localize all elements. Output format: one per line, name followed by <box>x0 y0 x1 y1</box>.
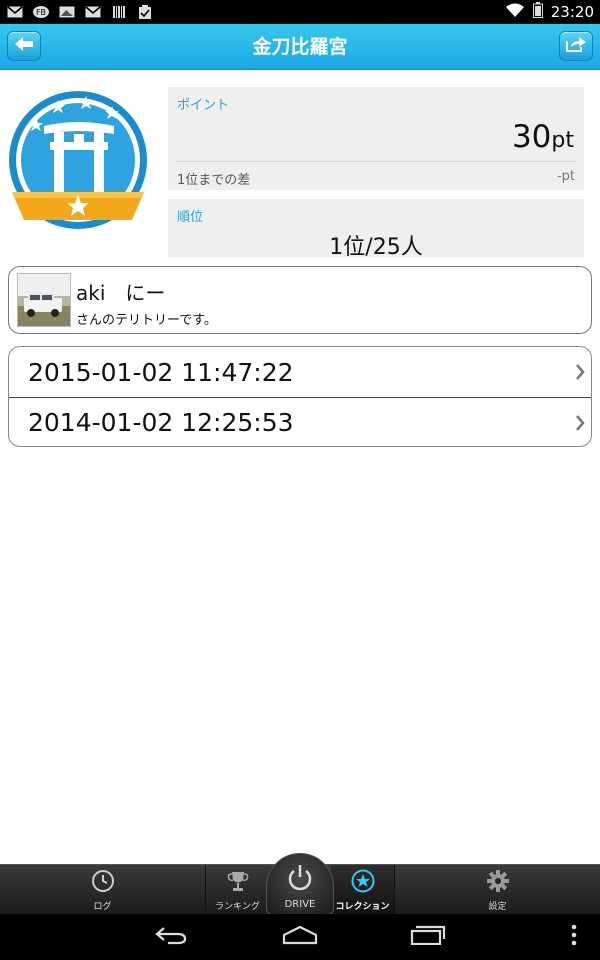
system-nav-bar <box>0 914 600 960</box>
app-icon: FB <box>32 5 50 19</box>
owner-name: aki にー <box>76 281 166 305</box>
tab-settings-label: 設定 <box>488 901 507 912</box>
image-icon <box>58 5 76 19</box>
checkin-history-list: 2015-01-02 11:47:22 2014-01-02 12:25:53 <box>8 346 592 447</box>
tab-log[interactable]: ログ <box>0 865 205 915</box>
drive-label: DRIVE <box>284 899 316 910</box>
status-bar: FB 23:20 <box>0 0 600 24</box>
wifi-icon <box>505 3 525 22</box>
gear-icon <box>486 869 510 896</box>
rank-label: 順位 <box>177 210 204 225</box>
home-icon <box>281 925 319 949</box>
points-card: ポイント 30pt 1位までの差 -pt <box>168 87 584 190</box>
nav-menu-button[interactable] <box>554 922 594 952</box>
svg-text:FB: FB <box>36 8 46 17</box>
overflow-menu-icon <box>570 924 578 950</box>
power-icon <box>286 864 314 895</box>
drive-button[interactable]: DRIVE <box>266 853 334 915</box>
list-item[interactable]: 2015-01-02 11:47:22 <box>9 347 591 397</box>
list-item[interactable]: 2014-01-02 12:25:53 <box>9 397 591 446</box>
checkin-datetime: 2015-01-02 11:47:22 <box>28 357 294 387</box>
recents-icon <box>410 925 446 949</box>
points-value: 30pt <box>512 119 574 155</box>
gmail-icon <box>84 5 102 19</box>
gmail-icon <box>6 5 24 19</box>
checkin-datetime: 2014-01-02 12:25:53 <box>28 408 294 437</box>
star-circle-icon <box>351 869 375 896</box>
chevron-right-icon <box>575 415 585 435</box>
owner-avatar <box>17 273 71 327</box>
chevron-right-icon <box>575 364 585 384</box>
clock-icon <box>91 869 115 896</box>
battery-icon <box>532 2 543 22</box>
rank-value: 1位/25人 <box>329 235 423 260</box>
torii-gate-badge-icon <box>6 88 156 238</box>
tab-ranking-label: ランキング <box>215 901 260 912</box>
share-icon <box>565 35 587 57</box>
tab-ranking[interactable]: ランキング <box>205 865 269 915</box>
status-time: 23:20 <box>550 3 594 21</box>
nav-back-button[interactable] <box>151 922 191 952</box>
gap-to-first-label: 1位までの差 <box>177 173 251 188</box>
back-icon <box>154 925 188 949</box>
points-unit: pt <box>551 128 574 153</box>
tab-settings[interactable]: 設定 <box>395 865 600 915</box>
territory-owner-card[interactable]: aki にー さんのテリトリーです。 <box>8 266 592 334</box>
tab-collection[interactable]: コレクション <box>331 865 395 915</box>
points-label: ポイント <box>177 98 230 113</box>
rank-card: 順位 1位/25人 <box>168 199 584 260</box>
trophy-icon <box>226 869 250 896</box>
owner-subtitle: さんのテリトリーです。 <box>76 313 217 328</box>
points-number: 30 <box>511 119 552 155</box>
divider <box>177 161 576 162</box>
nav-home-button[interactable] <box>280 922 320 952</box>
action-bar: 金刀比羅宮 <box>0 24 600 70</box>
gap-to-first-value: -pt <box>556 169 575 184</box>
share-button[interactable] <box>559 31 593 61</box>
tab-collection-label: コレクション <box>335 901 390 912</box>
page-title: 金刀比羅宮 <box>252 36 348 58</box>
barcode-icon <box>110 5 128 19</box>
nav-recents-button[interactable] <box>408 922 448 952</box>
clipboard-check-icon <box>136 5 154 19</box>
tab-log-label: ログ <box>93 901 112 912</box>
